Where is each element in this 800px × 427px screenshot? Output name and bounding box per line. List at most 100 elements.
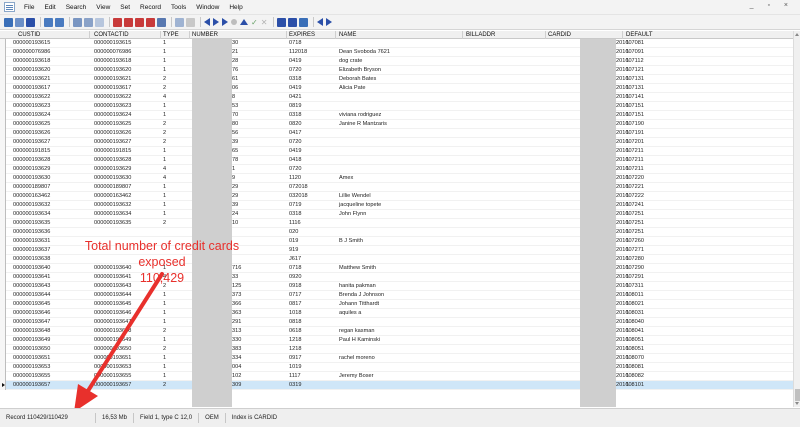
cell-number[interactable]: 10 [232,219,238,228]
cell-type[interactable]: 2 [163,84,166,93]
cell-default[interactable]: 1 [626,336,629,345]
cell-custid[interactable]: 000000193624 [13,111,50,120]
cell-number[interactable]: 76 [232,66,238,75]
cell-custid[interactable]: 000000193651 [13,354,50,363]
cell-number[interactable]: 383 [232,345,241,354]
cell-cardid[interactable]: 201607112 [616,57,644,66]
cell-number[interactable]: 9 [232,174,235,183]
cell-number[interactable]: 309 [232,381,241,390]
row-indicator[interactable] [0,363,6,372]
cell-custid[interactable]: 000000189807 [13,183,50,192]
cell-contactid[interactable]: 000000193653 [94,363,131,372]
cell-expires[interactable]: 1019 [289,363,301,372]
table-row[interactable]: 000000193628 000000193628 1 78 0418 201607211… [0,156,800,165]
cell-name[interactable]: Brenda J Johnson [339,291,384,300]
row-indicator[interactable] [0,174,6,183]
cell-expires[interactable]: 0818 [289,318,301,327]
cell-default[interactable]: 1 [626,318,629,327]
vertical-scrollbar[interactable] [793,31,800,407]
row-indicator[interactable] [0,120,6,129]
table-row[interactable]: 000000193622 000000193622 4 8 0421 201607141 1 [0,93,800,102]
cell-expires[interactable]: 1018 [289,309,301,318]
column-separator[interactable] [89,31,90,39]
cell-cardid[interactable]: 201607251 [616,219,644,228]
cell-cardid[interactable]: 201607151 [616,111,644,120]
cell-contactid[interactable]: 000000193621 [94,75,131,84]
cell-custid[interactable]: 000000193643 [13,282,50,291]
cell-cardid[interactable]: 201607201 [616,138,644,147]
cell-default[interactable]: 1 [626,228,629,237]
cell-cardid[interactable]: 201607260 [616,237,644,246]
cell-type[interactable]: 1 [163,183,166,192]
cell-contactid[interactable]: 000000193623 [94,102,131,111]
menu-help[interactable]: Help [224,4,247,11]
cell-default[interactable]: 1 [626,183,629,192]
cell-default[interactable]: 1 [626,237,629,246]
prev-page-icon[interactable] [204,18,210,26]
column-header-billaddr[interactable]: BILLADDR [466,31,495,39]
cell-cardid[interactable]: 201607290 [616,264,644,273]
cell-expires[interactable]: 0419 [289,147,301,156]
cell-default[interactable]: 1 [626,39,629,48]
row-indicator[interactable] [0,57,6,66]
cell-expires[interactable]: 1218 [289,336,301,345]
cell-custid[interactable]: 000000193636 [13,228,50,237]
cell-contactid[interactable]: 000000193634 [94,210,131,219]
cell-default[interactable]: 1 [626,174,629,183]
cell-default[interactable]: 1 [626,102,629,111]
column-separator[interactable] [286,31,287,39]
cell-contactid[interactable]: 000000189807 [94,183,131,192]
cell-number[interactable]: 366 [232,300,241,309]
cell-expires[interactable]: 0319 [289,381,301,390]
cell-contactid[interactable]: 000000193627 [94,138,131,147]
row-indicator[interactable] [0,246,6,255]
cell-contactid[interactable]: 000000193644 [94,291,131,300]
cell-expires[interactable]: 0417 [289,129,301,138]
confirm-icon[interactable]: ✓ [251,18,258,27]
cell-custid[interactable]: 000000163462 [13,192,50,201]
cell-number[interactable]: 30 [232,39,238,48]
cell-default[interactable]: 1 [626,354,629,363]
table-row[interactable]: 000000193648 000000193648 2 313 0618 regan ka… [0,327,800,336]
seek-icon[interactable] [146,17,155,27]
cell-cardid[interactable]: 201608021 [616,300,644,309]
cell-name[interactable]: B J Smith [339,237,363,246]
cell-expires[interactable]: 020 [289,228,298,237]
cell-custid[interactable]: 000000193620 [13,66,50,75]
cell-type[interactable]: 4 [163,174,166,183]
cell-custid[interactable]: 000000193644 [13,291,50,300]
table-row[interactable]: 000000076986 000000076986 1 21 112018 Dean Sv… [0,48,800,57]
cell-number[interactable]: 24 [232,210,238,219]
cell-type[interactable]: 1 [163,210,166,219]
cell-custid[interactable]: 000000193623 [13,102,50,111]
cell-custid[interactable]: 000000193646 [13,309,50,318]
cell-expires[interactable]: 1116 [289,219,301,228]
cell-type[interactable]: 2 [163,327,166,336]
row-indicator[interactable] [0,372,6,381]
columns-icon[interactable] [299,17,309,27]
forward-icon[interactable] [326,18,333,26]
table-row[interactable]: 000000193623 000000193623 1 53 0819 201607151… [0,102,800,111]
column-separator[interactable] [160,31,161,39]
cell-expires[interactable]: 1218 [289,345,301,354]
column-separator[interactable] [335,31,336,39]
cell-default[interactable]: 1 [626,120,629,129]
cell-type[interactable]: 2 [163,75,166,84]
cell-expires[interactable]: 0717 [289,291,301,300]
column-separator[interactable] [545,31,546,39]
cell-default[interactable]: 1 [626,57,629,66]
table-row[interactable]: 000000193630 000000193630 4 9 1120 Amex 201607… [0,174,800,183]
cell-name[interactable]: Johann Titthardt [339,300,379,309]
menu-window[interactable]: Window [191,4,224,11]
cell-cardid[interactable]: 201607131 [616,84,644,93]
cell-number[interactable]: 102 [232,372,241,381]
table-row[interactable]: 000000193657 000000193657 2 309 0319 20160810… [0,381,800,390]
cell-expires[interactable]: 0418 [289,156,301,165]
cell-contactid[interactable]: 000000193655 [94,372,131,381]
cell-default[interactable]: 1 [626,93,629,102]
cell-type[interactable]: 1 [163,201,166,210]
cell-expires[interactable]: 0719 [289,201,301,210]
cell-contactid[interactable]: 000000193626 [94,129,131,138]
row-indicator[interactable] [0,138,6,147]
cell-custid[interactable]: 000000193635 [13,219,50,228]
